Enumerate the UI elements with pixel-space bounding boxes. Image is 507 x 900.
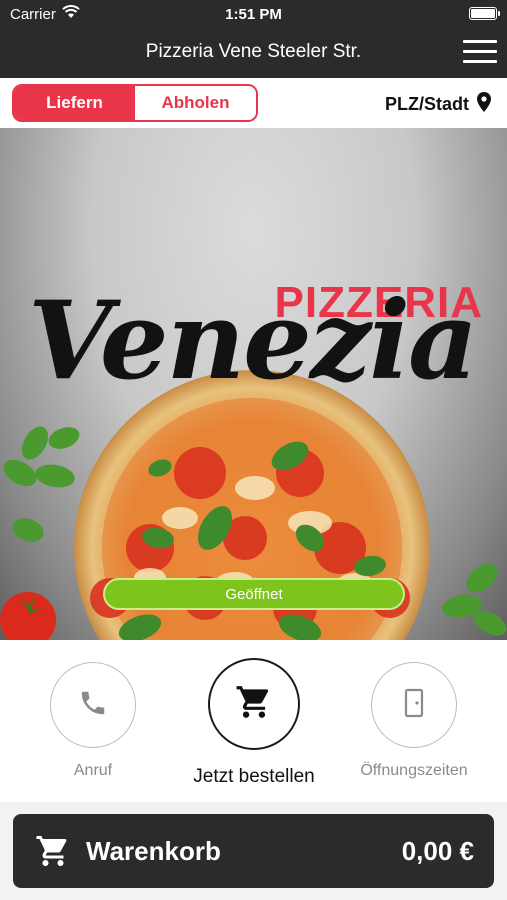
- page-title: Pizzeria Vene Steeler Str.: [145, 41, 362, 62]
- opening-hours-button[interactable]: Öffnungszeiten: [339, 662, 489, 780]
- nav-bar: Pizzeria Vene Steeler Str.: [0, 28, 507, 78]
- battery-icon: [469, 7, 500, 20]
- brand-venezia-text: Venezia: [28, 278, 478, 404]
- cart-label: Warenkorb: [86, 836, 221, 866]
- order-now-label: Jetzt bestellen: [193, 766, 315, 787]
- deliver-tab[interactable]: Liefern: [14, 86, 135, 120]
- cart-total: 0,00 €: [401, 836, 474, 866]
- clock: 1:51 PM: [225, 6, 282, 23]
- cart-icon: [235, 683, 273, 726]
- location-pin-icon: [477, 92, 491, 117]
- status-bar: Carrier 1:51 PM: [0, 0, 507, 28]
- pickup-tab[interactable]: Abholen: [135, 86, 256, 120]
- location-label: PLZ/Stadt: [385, 94, 469, 114]
- phone-icon: [78, 688, 108, 723]
- call-button[interactable]: Anruf: [18, 662, 168, 780]
- cart-bar[interactable]: Warenkorb 0,00 €: [13, 814, 494, 888]
- order-now-button[interactable]: Jetzt bestellen: [179, 658, 329, 788]
- action-row: Anruf Jetzt bestellen Öffnungszeiten: [0, 640, 507, 802]
- menu-icon[interactable]: [463, 40, 497, 66]
- door-icon: [401, 688, 427, 723]
- order-mode-toggle: Liefern Abholen: [12, 84, 258, 122]
- opening-hours-label: Öffnungszeiten: [360, 762, 468, 779]
- order-mode-bar: Liefern Abholen PLZ/Stadt: [0, 78, 507, 128]
- location-selector[interactable]: PLZ/Stadt: [385, 92, 491, 117]
- hero-banner: PIZZERIA Venezia Geöffnet: [0, 128, 507, 640]
- open-status-badge: Geöffnet: [103, 578, 405, 610]
- call-label: Anruf: [73, 762, 113, 779]
- cart-icon: [35, 833, 71, 874]
